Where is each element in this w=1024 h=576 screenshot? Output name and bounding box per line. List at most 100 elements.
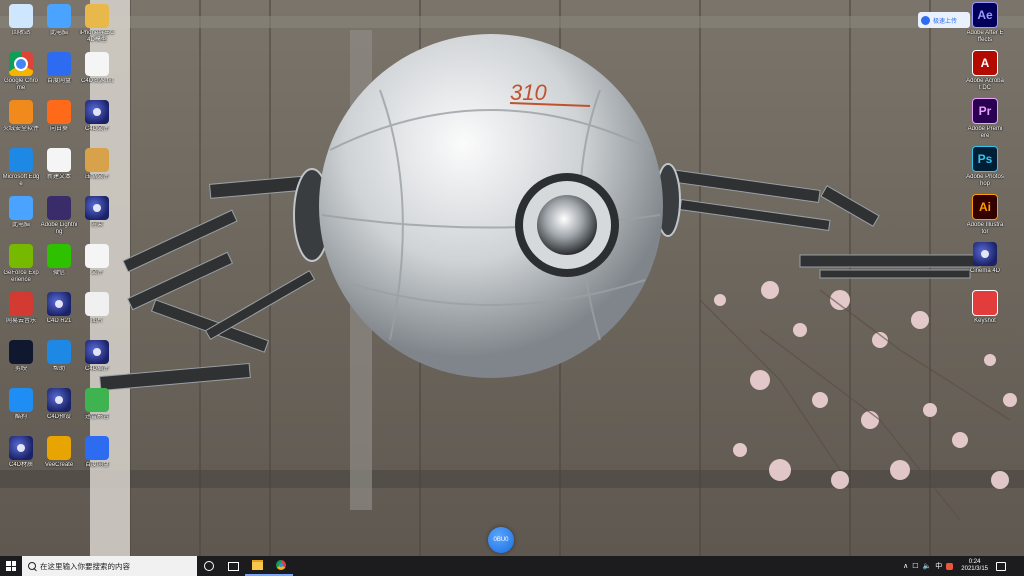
desktop-icon[interactable]: C4D预设: [40, 388, 78, 421]
desktop-icon-label: Adobe After Effects: [966, 30, 1004, 43]
upload-widget-label: 极速上传: [933, 18, 958, 25]
desktop-icon[interactable]: 百度网盘: [78, 436, 116, 469]
desktop-icon-label: 微信: [52, 270, 65, 276]
desktop-icon-label: Adobe Acrobat DC: [966, 78, 1004, 91]
desktop-icon[interactable]: 网易云音乐: [2, 292, 40, 325]
desktop-icon-label: GeForce Experience: [3, 270, 39, 283]
photoshop-icon: Ps: [972, 146, 998, 172]
adobe-icon: [47, 196, 71, 220]
desktop-icon-label: 此电脑: [11, 222, 30, 228]
ime-indicator[interactable]: 中: [935, 563, 942, 570]
desktop-icon-label: 回收站: [11, 30, 30, 36]
wallpaper-art: 310: [0, 0, 1024, 556]
desktop-icon[interactable]: Cinema 4D: [966, 242, 1004, 275]
desktop-icon-label: Adobe Photoshop: [966, 174, 1004, 187]
desktop-icon[interactable]: 渲染: [78, 196, 116, 229]
recycle-bin-icon: [9, 4, 33, 28]
cinema4d-icon: [973, 242, 997, 266]
desktop-icon[interactable]: 百度网盘: [40, 52, 78, 85]
desktop-icon-label: Cinema 4D: [969, 268, 1000, 274]
cinema4d-icon: [47, 292, 71, 316]
desktop-icon-label: Microsoft Edge: [2, 174, 40, 187]
cinema4d-icon: [47, 388, 71, 412]
tray-chevron-icon[interactable]: ∧: [903, 563, 908, 570]
sunlogin-icon: [47, 100, 71, 124]
desktop-icon[interactable]: iPhone导出C4D模型: [78, 4, 116, 44]
desktop-icon[interactable]: 火绒安全软件: [2, 100, 40, 133]
task-view-button[interactable]: [221, 556, 245, 576]
notification-center-icon[interactable]: [996, 561, 1006, 571]
app-abbreviation: Ai: [979, 200, 991, 214]
baidu-icon: [85, 436, 109, 460]
text-file-icon: [85, 52, 109, 76]
desktop-icon-label: 百度网盘: [84, 462, 109, 468]
desktop-icon[interactable]: A Adobe Acrobat DC: [966, 50, 1004, 92]
desktop-icon[interactable]: Pr Adobe Premiere: [966, 98, 1004, 140]
chrome-icon: [276, 560, 286, 570]
desktop-icon[interactable]: Ps Adobe Photoshop: [966, 146, 1004, 188]
desktop-icon[interactable]: 新建文本: [40, 148, 78, 181]
desktop-icon[interactable]: 此电脑: [40, 4, 78, 37]
desktop-icon[interactable]: C4D R21: [40, 292, 78, 325]
wallpaper-logo-text: 310: [510, 80, 547, 105]
desktop-icon[interactable]: 向日葵: [40, 100, 78, 133]
desktop-icon[interactable]: 剪映: [2, 340, 40, 373]
desktop-icon[interactable]: C4D插件: [78, 340, 116, 373]
archive-icon: [85, 148, 109, 172]
desktop-icon[interactable]: 回收站: [2, 4, 40, 37]
desktop-icon[interactable]: Ae Adobe After Effects: [966, 2, 1004, 44]
baidu-upload-widget[interactable]: 极速上传: [918, 12, 970, 28]
cortana-button[interactable]: [197, 556, 221, 576]
cinema4d-icon: [9, 436, 33, 460]
taskbar-file-explorer[interactable]: [245, 556, 269, 576]
desktop-icon[interactable]: 微信: [40, 244, 78, 277]
video-editor-icon: [9, 340, 33, 364]
desktop-icon[interactable]: VeeCreate: [40, 436, 78, 469]
desktop-icon[interactable]: GeForce Experience: [2, 244, 40, 284]
chrome-icon: [9, 52, 33, 76]
desktop-icon[interactable]: Microsoft Edge: [2, 148, 40, 188]
desktop-icon[interactable]: C4D资源.txt: [78, 52, 116, 85]
desktop-icon[interactable]: Google Chrome: [2, 52, 40, 92]
clock-date: 2021/3/15: [961, 566, 988, 572]
start-button[interactable]: [0, 556, 22, 576]
desktop-icon-label: VeeCreate: [44, 462, 74, 468]
taskbar-clock[interactable]: 0:24 2021/3/15: [957, 559, 992, 573]
task-view-icon: [227, 561, 239, 571]
desktop-icon[interactable]: Ai Adobe Illustrator: [966, 194, 1004, 236]
taskbar-chrome[interactable]: [269, 556, 293, 576]
desktop-icon[interactable]: 此电脑: [2, 196, 40, 229]
app-abbreviation: Ae: [977, 8, 993, 22]
taskbar-search-box[interactable]: 在这里输入你要搜索的内容: [22, 556, 197, 576]
desktop-icon[interactable]: C4D文件: [78, 100, 116, 133]
floating-assistant-ball[interactable]: 0BU0: [488, 527, 514, 553]
app-tray-icon[interactable]: [946, 562, 954, 570]
nvidia-icon: [9, 244, 33, 268]
desktop-icon[interactable]: 文件: [78, 244, 116, 277]
huorong-icon: [9, 100, 33, 124]
desktop-icon[interactable]: 帮助: [40, 340, 78, 373]
floating-ball-label: 0BU0: [493, 537, 509, 543]
clock-time: 0:24: [968, 559, 981, 565]
desktop-icon-label: 此电脑: [49, 30, 68, 36]
desktop-icon[interactable]: 酷狗: [2, 388, 40, 421]
system-tray: ∧ ☐ 🔈 中 0:24 2021/3/15: [903, 559, 1024, 573]
taskbar: 在这里输入你要搜索的内容 ∧ ☐ 🔈 中 0:24 2021/3/15: [0, 556, 1024, 576]
folder-icon: [85, 4, 109, 28]
desktop-icon[interactable]: Adobe Lightning: [40, 196, 78, 236]
desktop-icon[interactable]: 迅雷影音: [78, 388, 116, 421]
help-icon: [47, 340, 71, 364]
desktop-icon-label: 渲染: [90, 222, 103, 228]
desktop-icon[interactable]: 压缩文件: [78, 148, 116, 181]
search-placeholder: 在这里输入你要搜索的内容: [40, 561, 130, 571]
desktop-icon[interactable]: Keyshot: [966, 290, 1004, 325]
cinema4d-icon: [85, 196, 109, 220]
desktop-icon-label: 迅雷影音: [84, 414, 109, 420]
desktop-icon-label: Google Chrome: [3, 78, 39, 91]
desktop-icon-label: C4D资源.txt: [80, 78, 113, 84]
keyshot-icon: [972, 290, 998, 316]
desktop-icon[interactable]: 图片: [78, 292, 116, 325]
volume-icon[interactable]: 🔈: [923, 563, 932, 570]
network-icon[interactable]: ☐: [912, 563, 918, 570]
desktop-icon[interactable]: C4D材质: [2, 436, 40, 469]
